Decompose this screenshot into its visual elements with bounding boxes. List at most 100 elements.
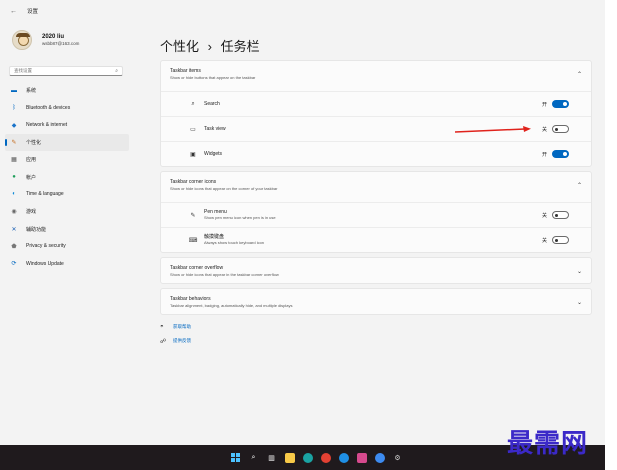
chrome-icon[interactable] [320,452,331,463]
setting-label: Task view [204,126,226,132]
search-placeholder: 查找设置 [14,68,32,73]
toggle-control: 关 [542,125,569,133]
chevron-up-icon: ⌃ [576,72,582,78]
bluetooth-icon: ᛒ [12,104,16,111]
app-icon[interactable] [356,452,367,463]
search-icon: ⌕ [191,100,195,107]
settings-window: ← 设置 2020 liu wsbb87@163.com 查找设置 ⌕ ▬ 系统 ᛒ… [0,0,605,445]
sidebar-item[interactable]: ◆ Network & internet [5,117,129,134]
sidebar-item[interactable]: ⬟ Privacy & security [5,238,129,255]
app-icon[interactable] [338,452,349,463]
red-arrow-annotation [455,126,531,133]
sidebar-item-label: Bluetooth & devices [26,104,71,111]
gamepad-icon: ◉ [11,209,17,216]
back-arrow-icon[interactable]: ← [10,8,17,15]
group-title: Taskbar corner overflow [170,265,224,271]
corner-icons-header[interactable]: Taskbar corner icons Show or hide icons … [161,172,591,202]
sidebar-item-label: 辅助功能 [26,226,47,233]
widgets-icon: ▣ [190,151,196,158]
sidebar-item-label: 个性化 [26,140,42,147]
sidebar-item[interactable]: ✎ 个性化 [5,133,129,152]
sidebar-item-label: Time & language [26,191,64,198]
edge-icon[interactable] [302,452,313,463]
get-help-label: 获取帮助 [173,324,191,329]
help-links: ◓ 获取帮助 ☍ 提供反馈 [160,320,191,348]
setting-row: ▣ Widgets 开 [161,141,591,166]
window-title: 设置 [27,9,39,15]
toggle-switch[interactable] [552,150,569,158]
avatar [12,30,32,50]
sidebar-item-label: 系统 [26,88,37,95]
behaviors-group[interactable]: Taskbar behaviors Taskbar alignment, bad… [160,288,592,315]
toggle-switch[interactable] [552,100,569,108]
start-icon[interactable] [231,453,241,463]
toggle-control: 关 [542,236,569,244]
toggle-control: 开 [542,150,569,158]
search-icon: ⌕ [115,68,118,74]
group-title: Taskbar items [170,68,201,74]
group-desc: Show or hide icons that appear in the ta… [170,272,279,277]
toggle-state-label: 开 [541,101,547,108]
setting-label: Search [204,101,220,107]
breadcrumb-current: 任务栏 [220,39,260,54]
setting-label: Widgets [204,151,223,157]
sidebar-item[interactable]: ᛒ Bluetooth & devices [5,99,129,116]
sidebar-item[interactable]: ⟳ Windows Update [5,255,129,272]
screenshot-root: ← 设置 2020 liu wsbb87@163.com 查找设置 ⌕ ▬ 系统 ᛒ… [0,0,617,470]
accessibility-icon: ✕ [11,226,17,233]
feedback-label: 提供反馈 [173,338,191,343]
apps-icon: ▦ [11,157,17,164]
globe-clock-icon: ◐ [12,191,16,198]
shield-icon: ⬟ [11,243,17,250]
toggle-state-label: 关 [541,212,547,219]
taskbar-items-header[interactable]: Taskbar items Show or hide buttons that … [161,61,591,91]
chevron-up-icon: ⌃ [576,183,582,189]
brush-icon: ✎ [11,140,17,147]
settings-gear-icon[interactable]: ⚙ [393,453,403,463]
sidebar-item[interactable]: ✕ 辅助功能 [5,220,129,237]
toggle-switch[interactable] [552,211,569,219]
group-desc: Show or hide buttons that appear on the … [170,75,256,80]
feedback-icon: ☍ [160,338,167,345]
watermark: 最需网 [507,429,589,459]
user-profile[interactable]: 2020 liu wsbb87@163.com [12,30,79,50]
app-icon[interactable] [374,452,385,463]
task-view-icon[interactable]: ▥ [267,453,277,463]
page-title: 个性化 › 任务栏 [160,36,260,55]
monitor-icon: ▬ [11,87,17,94]
feedback-link[interactable]: ☍ 提供反馈 [160,334,191,348]
setting-row: ⌨ 触摸键盘 Always show touch keyboard icon 关 [161,227,591,252]
help-icon: ◓ [160,324,164,330]
title-bar: ← 设置 [0,0,605,22]
sidebar-item[interactable]: ● 帐户 [5,168,129,185]
sidebar-item[interactable]: ▦ 应用 [5,151,129,168]
sidebar-item-label: 帐户 [26,174,37,181]
toggle-switch[interactable] [552,125,569,133]
update-icon: ⟳ [11,261,17,268]
breadcrumb-separator: › [207,39,212,54]
group-title: Taskbar corner icons [170,179,217,185]
sidebar-item[interactable]: ▬ 系统 [5,82,129,99]
pen-icon: ✎ [190,212,196,219]
group-desc: Show or hide icons that appear on the co… [170,186,278,191]
sidebar-item[interactable]: ◉ 游戏 [5,203,129,220]
corner-overflow-group[interactable]: Taskbar corner overflow Show or hide ico… [160,257,592,284]
toggle-control: 开 [542,100,569,108]
setting-row: ✎ Pen menu Show pen menu icon when pen is … [161,202,591,227]
taskbar-search-icon[interactable]: ⌕ [249,453,259,463]
task-view-icon: ▭ [190,126,196,133]
sidebar-nav: ▬ 系统 ᛒ Bluetooth & devices ◆ Network & intern… [5,82,129,272]
sidebar-item[interactable]: ◐ Time & language [5,186,129,203]
sidebar-item-label: 应用 [26,157,37,164]
search-input[interactable]: 查找设置 ⌕ [9,66,123,76]
setting-row: ⌕ Search 开 [161,91,591,116]
get-help-link[interactable]: ◓ 获取帮助 [160,320,191,334]
toggle-switch[interactable] [552,236,569,244]
file-explorer-icon[interactable] [284,452,295,463]
sidebar-item-label: Windows Update [26,260,64,267]
chevron-down-icon: ⌄ [576,300,582,306]
sidebar-item-label: Network & internet [26,122,68,129]
toggle-state-label: 关 [541,126,547,133]
toggle-state-label: 关 [541,237,547,244]
breadcrumb-parent[interactable]: 个性化 [160,39,199,54]
